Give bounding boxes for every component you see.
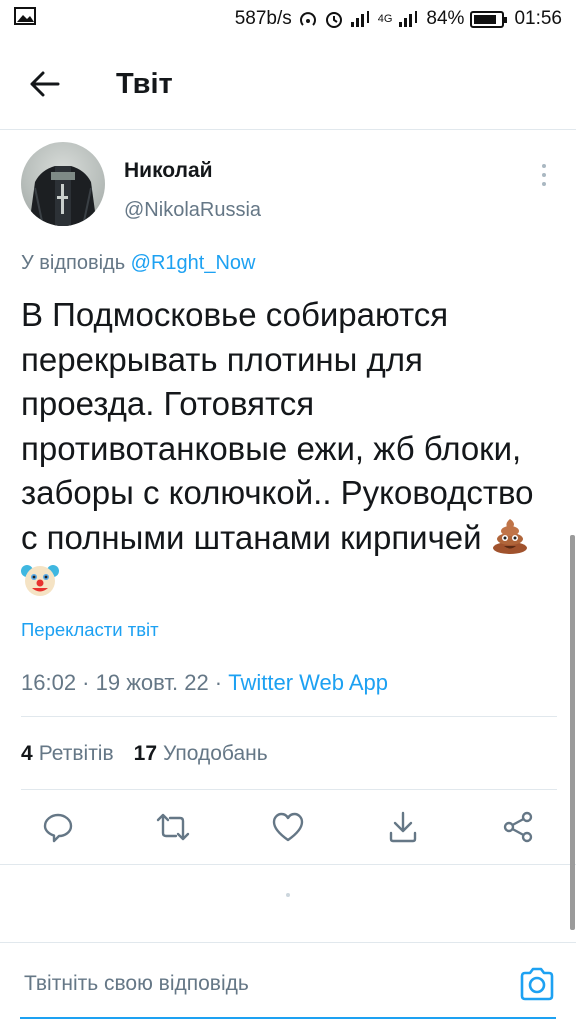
- header-divider: [0, 129, 576, 130]
- tweet-text-body: В Подмосковье собираются перекрывать пло…: [21, 296, 534, 556]
- clown-face-emoji-icon: [21, 565, 59, 596]
- battery-percent: 84%: [426, 8, 465, 29]
- alarm-icon: [325, 12, 342, 28]
- scrollbar[interactable]: [570, 535, 575, 930]
- back-button[interactable]: [0, 38, 90, 130]
- more-dot-icon: [542, 164, 546, 168]
- tweet-stats: 4 Ретвітів 17 Уподобань: [21, 742, 268, 766]
- likes-label: Уподобань: [163, 742, 268, 765]
- avatar[interactable]: [21, 142, 105, 226]
- reply-mention-link[interactable]: @R1ght_Now: [131, 252, 256, 274]
- camera-button[interactable]: [518, 965, 556, 1003]
- status-bar: 587b/s 4G 84% 01:56: [0, 0, 576, 38]
- signal-icon-2: [399, 11, 418, 27]
- clock: 01:56: [514, 8, 562, 29]
- tweet-metadata: 16:02 · 19 жовт. 22 · Twitter Web App: [21, 670, 388, 696]
- retweet-icon: [156, 813, 190, 841]
- tweet-detail: Николай @NikolaRussia У відповідь @R1ght…: [0, 131, 576, 695]
- retweets-label: Ретвітів: [38, 742, 114, 765]
- reply-button[interactable]: [38, 807, 78, 847]
- reply-context: У відповідь @R1ght_Now: [21, 252, 255, 275]
- stats-divider: [21, 789, 557, 790]
- reply-input-underline: [20, 1017, 556, 1019]
- more-dot-icon: [542, 182, 546, 186]
- app-header: Твіт: [0, 38, 576, 130]
- reply-input[interactable]: Твітніть свою відповідь: [24, 972, 249, 996]
- download-button[interactable]: [383, 807, 423, 847]
- loading-indicator: [286, 893, 290, 897]
- tweet-source-link[interactable]: Twitter Web App: [228, 670, 388, 695]
- reply-prefix: У відповідь: [21, 252, 131, 274]
- more-options-button[interactable]: [532, 161, 556, 189]
- reply-composer: Твітніть свою відповідь: [0, 942, 576, 1024]
- likes-count: 17: [133, 742, 157, 765]
- translate-tweet-link[interactable]: Перекласти твіт: [21, 619, 159, 641]
- network-speed: 587b/s: [234, 8, 292, 29]
- tweet-actions: [0, 791, 576, 863]
- more-dot-icon: [542, 173, 546, 177]
- page-title: Твіт: [116, 67, 173, 100]
- retweets-count: 4: [21, 742, 33, 765]
- author-handle[interactable]: @NikolaRussia: [124, 199, 261, 222]
- author-name[interactable]: Николай: [124, 159, 213, 183]
- tweet-timestamp: 16:02 · 19 жовт. 22 ·: [21, 670, 229, 695]
- like-icon: [272, 812, 304, 842]
- reply-icon: [43, 813, 73, 843]
- bookmark-download-icon: [389, 811, 417, 843]
- share-button[interactable]: [498, 807, 538, 847]
- camera-icon: [520, 967, 554, 1001]
- pile-of-poo-emoji-icon: [492, 518, 527, 554]
- retweets-stat[interactable]: 4 Ретвітів: [21, 742, 114, 766]
- likes-stat[interactable]: 17 Уподобань: [134, 742, 268, 766]
- actions-divider: [0, 864, 576, 865]
- network-type: 4G: [377, 13, 393, 25]
- signal-icon: [350, 11, 369, 27]
- like-button[interactable]: [268, 807, 308, 847]
- retweet-button[interactable]: [153, 807, 193, 847]
- battery-icon: [470, 10, 508, 28]
- avatar-picture: [29, 166, 97, 226]
- tweet-text: В Подмосковье собираются перекрывать пло…: [21, 293, 557, 605]
- image-notification-icon: [14, 7, 36, 25]
- hotspot-icon: [299, 12, 316, 26]
- back-arrow-icon: [30, 71, 60, 97]
- share-icon: [503, 811, 533, 843]
- meta-divider: [21, 716, 557, 717]
- author-row: Николай @NikolaRussia: [0, 131, 576, 249]
